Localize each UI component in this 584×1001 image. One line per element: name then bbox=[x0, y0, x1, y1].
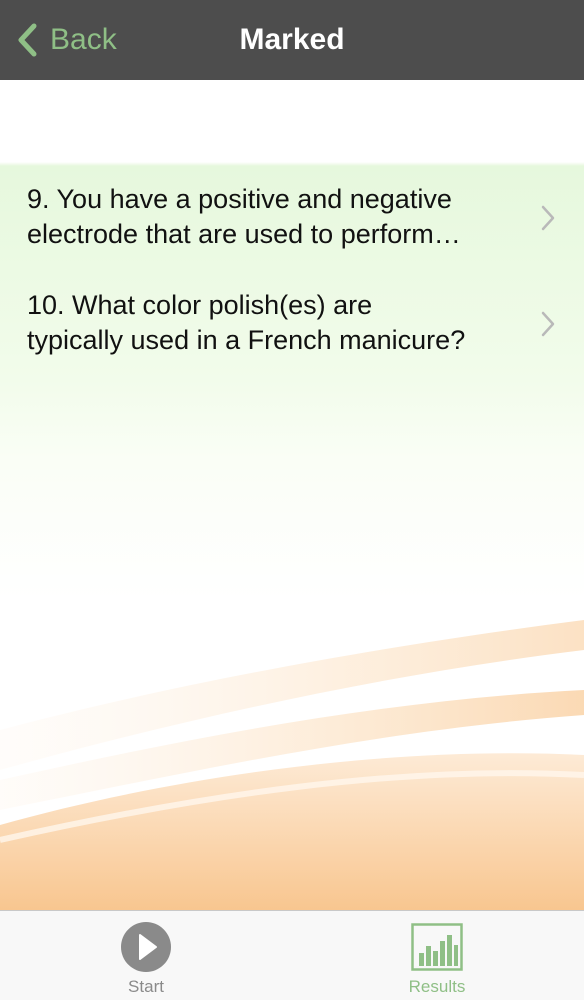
tab-start[interactable]: Start bbox=[66, 911, 226, 1001]
question-row[interactable]: 10. What color polish(es) are typically … bbox=[0, 270, 584, 376]
question-text: 10. What color polish(es) are typically … bbox=[27, 290, 466, 355]
content-area: 9. You have a positive and negative elec… bbox=[0, 80, 584, 910]
question-text: 9. You have a positive and negative elec… bbox=[27, 184, 461, 249]
chevron-right-icon bbox=[541, 311, 555, 337]
tab-start-label: Start bbox=[128, 977, 164, 996]
play-icon bbox=[121, 922, 171, 972]
chevron-right-icon bbox=[541, 205, 555, 231]
question-row[interactable]: 9. You have a positive and negative elec… bbox=[0, 164, 584, 270]
tab-bar: Start Results bbox=[0, 910, 584, 1000]
tab-results[interactable]: Results bbox=[357, 911, 517, 1001]
tab-results-label: Results bbox=[408, 977, 466, 996]
background-waves bbox=[0, 620, 584, 910]
bar-chart-icon bbox=[411, 923, 463, 971]
navigation-bar: Back Marked bbox=[0, 0, 584, 80]
page-title: Marked bbox=[239, 23, 345, 56]
marked-question-list: 9. You have a positive and negative elec… bbox=[0, 164, 584, 376]
